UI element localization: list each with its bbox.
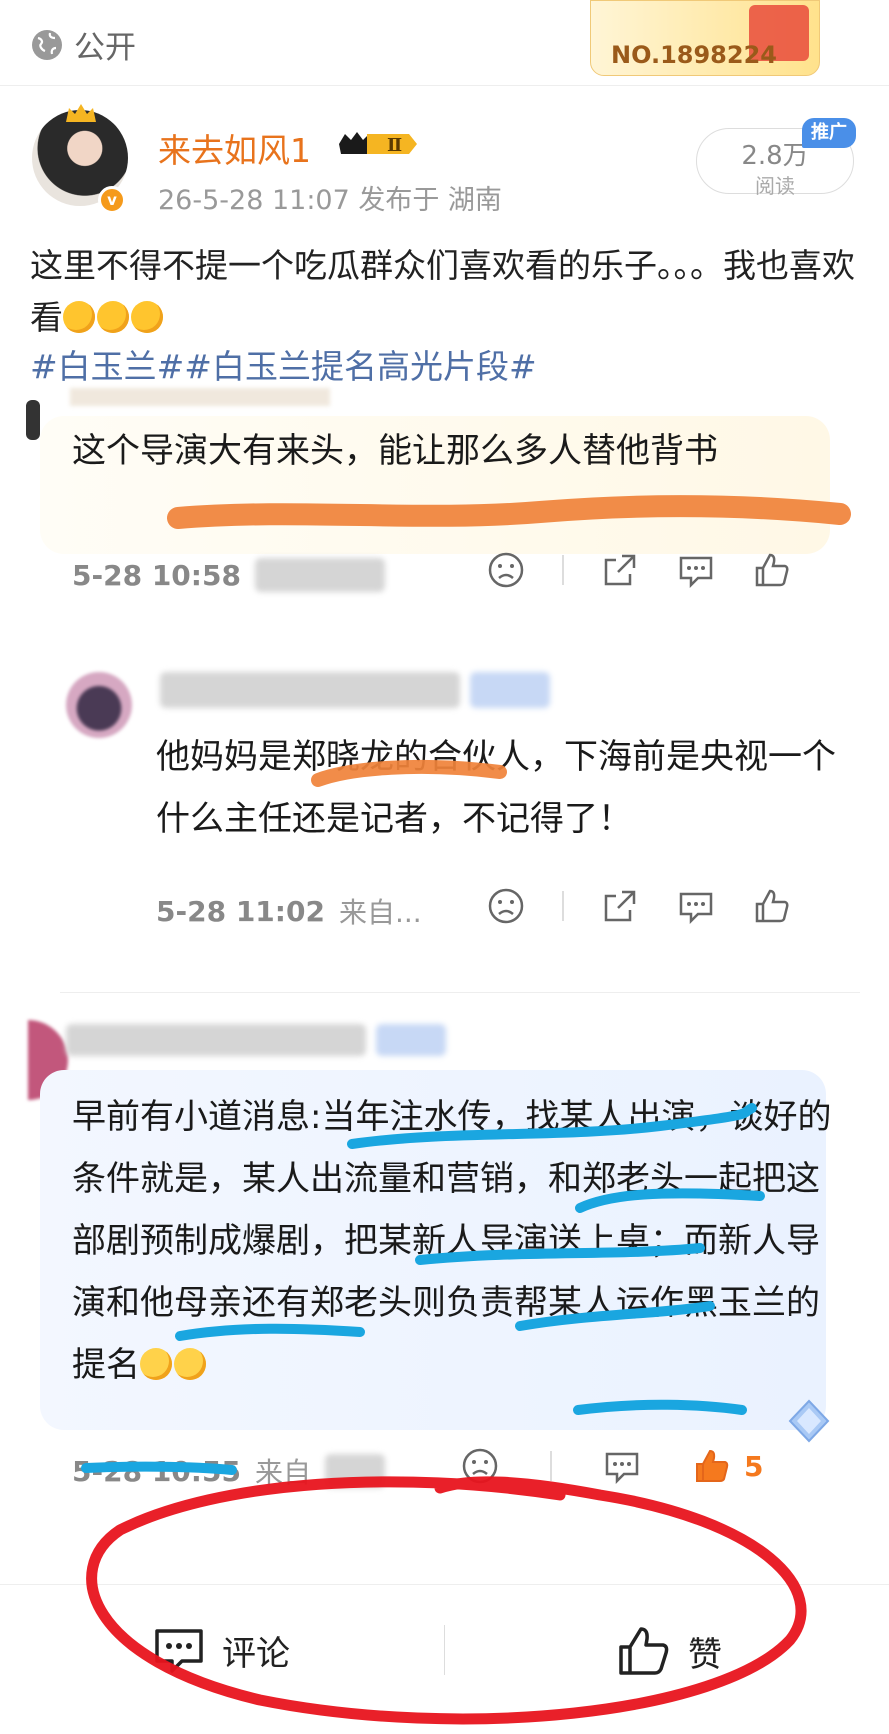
yummy-emoji-icon (131, 301, 163, 333)
promo-badge[interactable]: 推广 (802, 118, 856, 148)
dislike-face-icon[interactable] (460, 1446, 500, 1486)
like-button[interactable]: 5 (692, 1446, 763, 1486)
comment-label: 评论 (222, 1633, 290, 1674)
medal-number: NO.1898224 (611, 41, 777, 69)
crying-emoji-icon (174, 1348, 206, 1380)
comment-text: 早前有小道消息:当年注水传，找某人出演，谈好的条件就是，某人出流量和营销，和郑老… (72, 1086, 832, 1396)
fan-medal-card[interactable]: NO.1898224 (590, 0, 820, 76)
comment-time: 5-28 10:55 (72, 1454, 241, 1488)
divider (60, 992, 860, 993)
comment-actions: 5 (460, 1446, 763, 1486)
comment-time: 5-28 11:02 (156, 894, 325, 928)
read-label: 阅读 (755, 174, 795, 198)
divider (550, 1451, 552, 1481)
yummy-emoji-icon (97, 301, 129, 333)
post-body: 这里不得不提一个吃瓜群众们喜欢看的乐子。。。我也喜欢看 (30, 240, 860, 344)
comment-meta: 5-28 11:02 来自... (156, 888, 422, 934)
yummy-emoji-icon (63, 301, 95, 333)
visibility-indicator[interactable]: 公开 (30, 22, 136, 67)
post-hashtags[interactable]: #白玉兰##白玉兰提名高光片段# (30, 340, 537, 388)
crying-emoji-icon (140, 1348, 172, 1380)
comment-source: 来自... (338, 896, 422, 929)
vip-badge-icon[interactable]: Ⅱ (337, 128, 419, 160)
dislike-face-icon[interactable] (486, 886, 526, 926)
like-icon[interactable] (752, 886, 792, 926)
share-icon[interactable] (600, 550, 640, 590)
comment-time: 5-28 10:58 (72, 558, 241, 592)
comment-text: 他妈妈是郑晓龙的合伙人，下海前是央视一个什么主任还是记者，不记得了！ (156, 737, 836, 839)
crown-icon (66, 104, 96, 122)
like-icon (619, 1627, 669, 1675)
like-label: 赞 (688, 1634, 722, 1675)
blurred-name (66, 1024, 446, 1056)
post-meta: 26-5-28 11:07 发布于 湖南 (158, 185, 502, 216)
comment-body: 早前有小道消息:当年注水传，找某人出演，谈好的条件就是，某人出流量和营销，和郑老… (72, 1097, 832, 1385)
divider (562, 555, 564, 585)
globe-icon (32, 29, 62, 60)
diamond-icon (788, 1399, 830, 1443)
dislike-face-icon[interactable] (486, 550, 526, 590)
comment-icon[interactable] (676, 886, 716, 926)
liked-icon (696, 1449, 729, 1482)
comment-source: 来自 (254, 1456, 311, 1489)
comment-meta: 5-28 10:55 来自 (72, 1448, 385, 1494)
like-count: 5 (744, 1449, 764, 1483)
blurred-name (70, 388, 330, 406)
avatar[interactable] (66, 672, 132, 738)
comment-icon[interactable] (676, 550, 716, 590)
vip-level: Ⅱ (387, 135, 402, 156)
divider (562, 891, 564, 921)
comment-meta: 5-28 10:58 (72, 552, 385, 598)
comment-text: 这个导演大有来头，能让那么多人替他背书 (72, 431, 718, 471)
username[interactable]: 来去如风1 (158, 124, 311, 172)
comment-icon[interactable] (602, 1446, 642, 1486)
bottom-action-bar: 评论 赞 (0, 1584, 889, 1734)
screen: 公开 NO.1898224 v 来去如风1 Ⅱ 26-5-28 11:07 发布… (0, 0, 889, 1734)
like-button[interactable]: 赞 (616, 1623, 722, 1679)
embedded-comments-screenshot[interactable]: 这个导演大有来头，能让那么多人替他背书 5-28 10:58 他妈妈是郑晓龙的合… (0, 388, 889, 1580)
blurred-name (160, 672, 550, 708)
comment-actions (486, 550, 792, 590)
visibility-label: 公开 (74, 30, 136, 66)
avatar-fragment (26, 400, 40, 440)
verified-badge-icon: v (98, 186, 126, 214)
share-icon[interactable] (600, 886, 640, 926)
comment-icon (155, 1629, 203, 1673)
comment-actions (486, 886, 792, 926)
divider (444, 1625, 445, 1675)
comment-button[interactable]: 评论 (152, 1623, 290, 1677)
author-header: v 来去如风1 Ⅱ 26-5-28 11:07 发布于 湖南 2.8万 阅读 (32, 104, 862, 220)
top-bar: 公开 NO.1898224 (0, 0, 889, 86)
blurred-source (254, 558, 385, 592)
like-icon[interactable] (752, 550, 792, 590)
